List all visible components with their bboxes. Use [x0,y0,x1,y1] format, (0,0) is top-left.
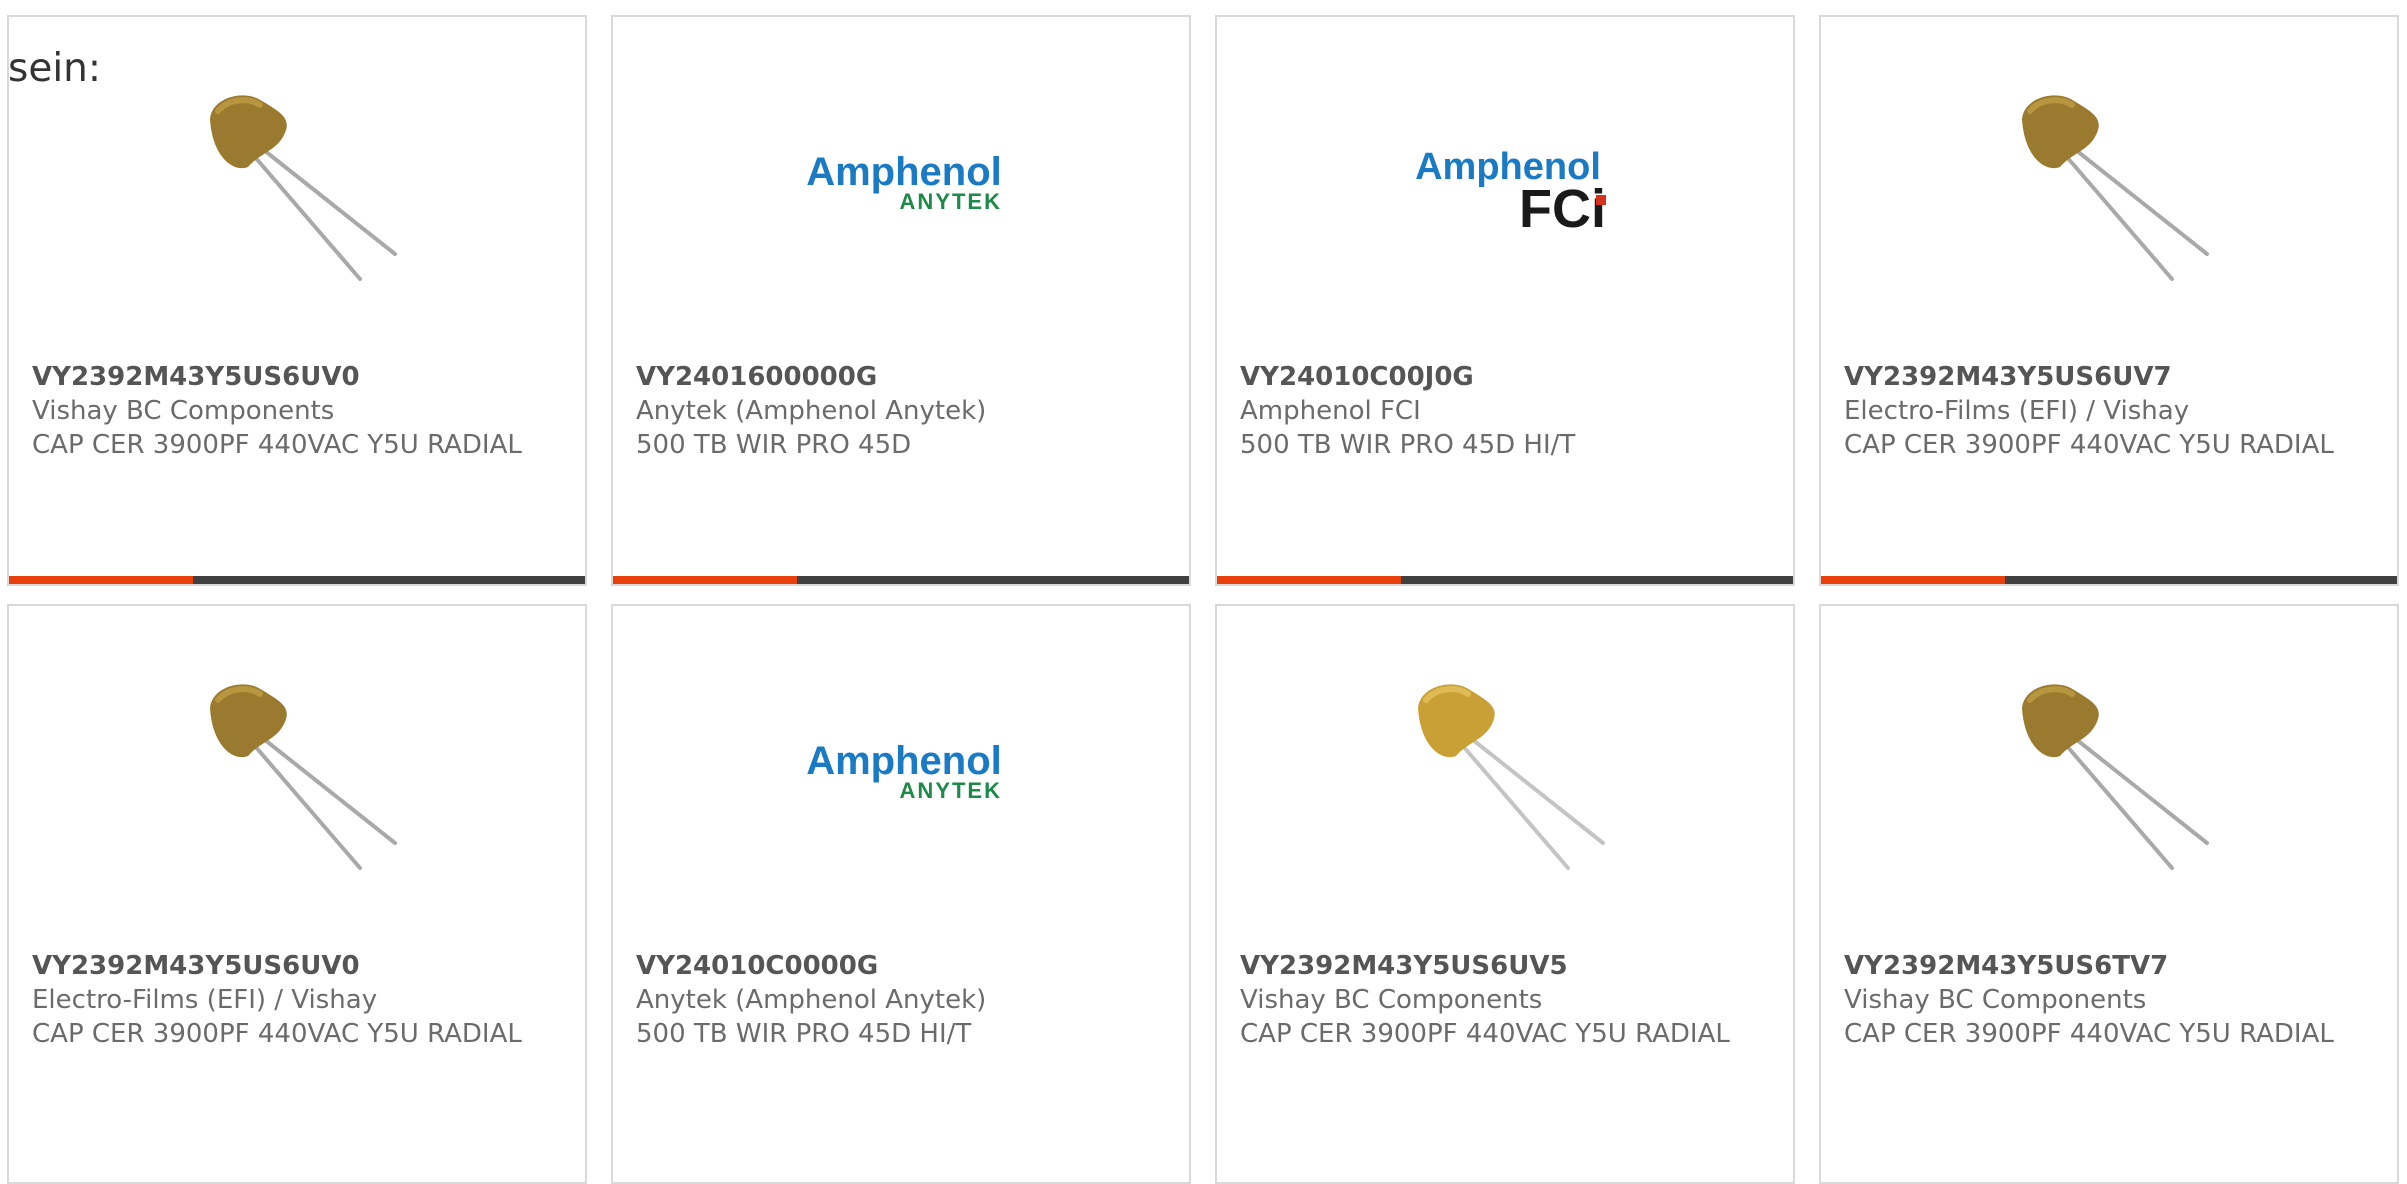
product-card[interactable]: VY2392M43Y5US6UV7 Electro-Films (EFI) / … [1819,15,2399,586]
product-card[interactable]: VY2392M43Y5US6UV0 Electro-Films (EFI) / … [7,604,587,1184]
logo-subtext: ANYTEK [900,189,1002,214]
part-number[interactable]: VY24010C00J0G [1240,360,1773,394]
part-number[interactable]: VY2392M43Y5US6TV7 [1844,949,2377,983]
product-card[interactable]: Amphenol FCi VY24010C00J0G Amphenol FCI … [1215,15,1795,586]
manufacturer-name: Electro-Films (EFI) / Vishay [1844,396,2190,426]
product-description: 500 TB WIR PRO 45D HI/T [1240,430,1576,460]
progress-bar-fill [613,576,798,584]
ceramic-capacitor-image [200,678,400,878]
part-number[interactable]: VY2392M43Y5US6UV5 [1240,949,1773,983]
product-card[interactable]: VY2392M43Y5US6TV7 Vishay BC Components C… [1819,604,2399,1184]
product-description: 500 TB WIR PRO 45D HI/T [636,1019,972,1049]
logo-text: Amphenol [806,150,1002,194]
product-card[interactable]: VY2392M43Y5US6UV0 Vishay BC Components C… [7,15,587,586]
logo-text: Amphenol [806,739,1002,783]
manufacturer-name: Vishay BC Components [1240,985,1543,1015]
product-card[interactable]: Amphenol ANYTEK VY2401600000G Anytek (Am… [611,15,1191,586]
amphenol-fci-logo: Amphenol FCi [1408,89,1608,289]
logo-subtext: ANYTEK [900,778,1002,803]
ceramic-capacitor-image [2012,678,2212,878]
amphenol-anytek-logo: Amphenol ANYTEK [804,89,1004,289]
product-description: CAP CER 3900PF 440VAC Y5U RADIAL [1844,1019,2334,1049]
product-description: CAP CER 3900PF 440VAC Y5U RADIAL [32,1019,522,1049]
manufacturer-name: Electro-Films (EFI) / Vishay [32,985,378,1015]
ceramic-capacitor-image [200,89,400,289]
progress-bar [1217,576,1793,584]
part-number[interactable]: VY2401600000G [636,360,1169,394]
product-card[interactable]: Amphenol ANYTEK VY24010C0000G Anytek (Am… [611,604,1191,1184]
part-number[interactable]: VY2392M43Y5US6UV7 [1844,360,2377,394]
part-number[interactable]: VY2392M43Y5US6UV0 [32,360,565,394]
manufacturer-name: Amphenol FCI [1240,396,1421,426]
product-card[interactable]: VY2392M43Y5US6UV5 Vishay BC Components C… [1215,604,1795,1184]
ceramic-capacitor-image [2012,89,2212,289]
manufacturer-name: Vishay BC Components [1844,985,2147,1015]
manufacturer-name: Anytek (Amphenol Anytek) [636,985,987,1015]
part-number[interactable]: VY2392M43Y5US6UV0 [32,949,565,983]
product-description: 500 TB WIR PRO 45D [636,430,912,460]
intro-text: sein: [8,46,102,91]
product-description: CAP CER 3900PF 440VAC Y5U RADIAL [1240,1019,1730,1049]
progress-bar [1821,576,2397,584]
progress-bar-fill [1217,576,1402,584]
manufacturer-name: Vishay BC Components [32,396,335,426]
product-description: CAP CER 3900PF 440VAC Y5U RADIAL [1844,430,2334,460]
progress-bar [613,576,1189,584]
product-description: CAP CER 3900PF 440VAC Y5U RADIAL [32,430,522,460]
progress-bar-fill [9,576,194,584]
progress-bar-fill [1821,576,2006,584]
logo-subtext: FCi [1519,179,1606,239]
manufacturer-name: Anytek (Amphenol Anytek) [636,396,987,426]
part-number[interactable]: VY24010C0000G [636,949,1169,983]
ceramic-capacitor-image [1408,678,1608,878]
amphenol-anytek-logo: Amphenol ANYTEK [804,678,1004,878]
progress-bar [9,576,585,584]
